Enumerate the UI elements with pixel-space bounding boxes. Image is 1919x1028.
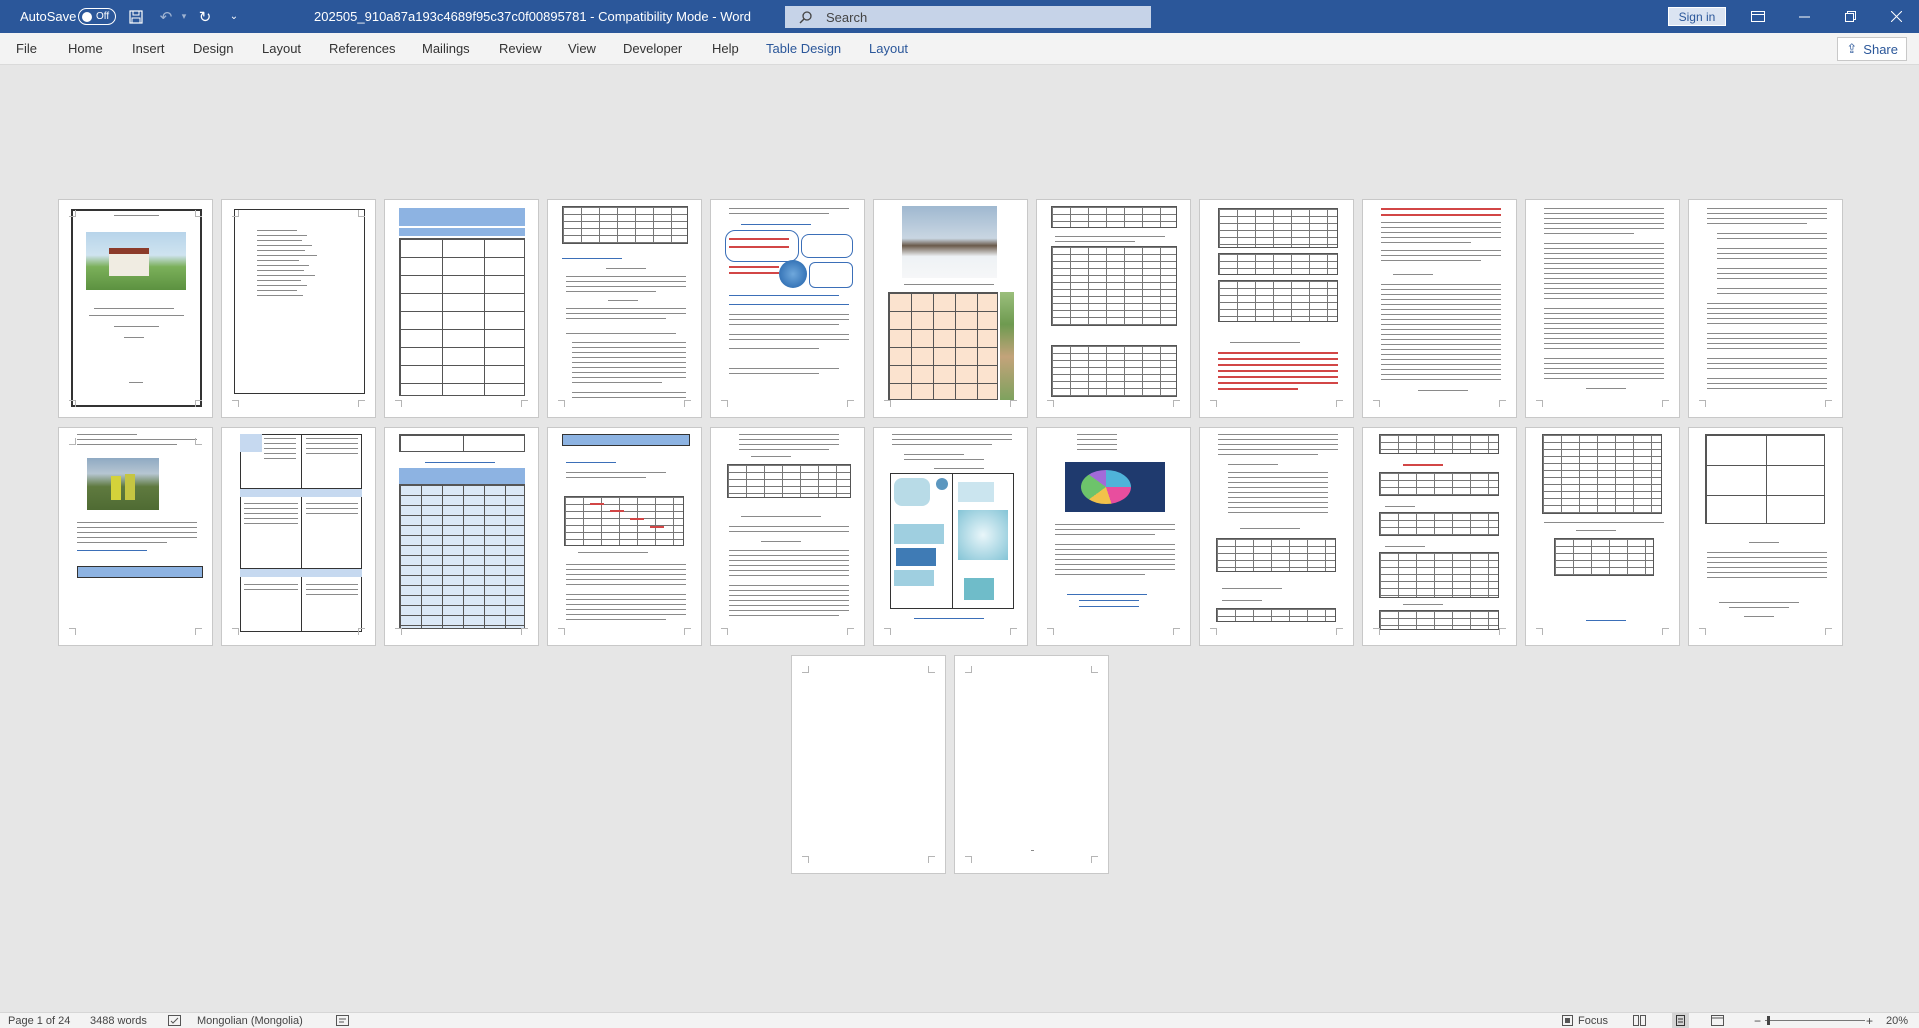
proofing-icon[interactable] [168, 1013, 181, 1028]
page-thumbnail-21[interactable] [1525, 427, 1680, 646]
page-thumbnail-12[interactable] [58, 427, 213, 646]
autosave-state: Off [96, 11, 110, 22]
zoom-level[interactable]: 20% [1886, 1013, 1908, 1028]
customize-icon[interactable]: ⌄ [224, 0, 244, 33]
autosave-label: AutoSave [20, 9, 77, 24]
page-thumbnail-15[interactable] [547, 427, 702, 646]
redo-icon[interactable]: ↻ [195, 0, 215, 33]
read-mode-icon[interactable] [1633, 1013, 1646, 1028]
save-icon[interactable] [126, 0, 146, 33]
document-canvas[interactable] [0, 65, 1919, 1012]
minimize-icon[interactable] [1781, 0, 1827, 33]
tab-mailings[interactable]: Mailings [422, 33, 470, 64]
page-thumbnail-5[interactable] [710, 199, 865, 418]
focus-button[interactable]: Focus [1578, 1013, 1608, 1028]
page-count[interactable]: Page 1 of 24 [8, 1013, 70, 1028]
page-thumbnail-13[interactable] [221, 427, 376, 646]
tab-insert[interactable]: Insert [132, 33, 165, 64]
page-thumbnail-18[interactable] [1036, 427, 1191, 646]
page-thumbnail-20[interactable] [1362, 427, 1517, 646]
close-icon[interactable] [1873, 0, 1919, 33]
title-bar: AutoSave Off ↶ ▾ ↻ ⌄ 202505_910a87a193c4… [0, 0, 1919, 33]
page-thumbnail-14[interactable] [384, 427, 539, 646]
zoom-out-button[interactable]: − [1754, 1013, 1761, 1028]
status-bar: Page 1 of 24 3488 words Mongolian (Mongo… [0, 1012, 1919, 1028]
web-layout-icon[interactable] [1711, 1013, 1724, 1028]
tab-home[interactable]: Home [68, 33, 103, 64]
page-thumbnail-6[interactable] [873, 199, 1028, 418]
print-layout-icon[interactable] [1672, 1013, 1689, 1028]
page-thumbnail-10[interactable] [1525, 199, 1680, 418]
ribbon-display-icon[interactable] [1735, 0, 1781, 33]
macro-icon[interactable] [336, 1013, 349, 1028]
search-placeholder: Search [826, 9, 868, 25]
page-thumbnail-9[interactable] [1362, 199, 1517, 418]
tab-layout[interactable]: Layout [262, 33, 301, 64]
page-thumbnail-11[interactable] [1688, 199, 1843, 418]
tab-references[interactable]: References [329, 33, 395, 64]
document-title: 202505_910a87a193c4689f95c37c0f00895781 … [314, 9, 752, 24]
page-thumbnail-17[interactable] [873, 427, 1028, 646]
share-label: Share [1863, 41, 1898, 57]
undo-dropdown-icon[interactable]: ▾ [174, 0, 194, 33]
page-thumbnail-22[interactable] [1688, 427, 1843, 646]
search-box[interactable]: Search [785, 6, 1151, 28]
word-count[interactable]: 3488 words [90, 1013, 147, 1028]
focus-icon[interactable] [1562, 1013, 1573, 1028]
tab-file[interactable]: File [16, 33, 37, 64]
share-button[interactable]: ⇪ Share [1837, 37, 1907, 61]
page-thumbnail-23[interactable] [791, 655, 946, 874]
page-thumbnail-7[interactable] [1036, 199, 1191, 418]
restore-icon[interactable] [1827, 0, 1873, 33]
tab-table-layout[interactable]: Layout [869, 33, 908, 64]
tab-design[interactable]: Design [193, 33, 233, 64]
language-indicator[interactable]: Mongolian (Mongolia) [197, 1013, 303, 1028]
autosave-toggle[interactable]: Off [78, 8, 116, 25]
tab-help[interactable]: Help [712, 33, 739, 64]
page-thumbnail-8[interactable] [1199, 199, 1354, 418]
search-icon [799, 10, 812, 23]
page-thumbnail-3[interactable] [384, 199, 539, 418]
share-icon: ⇪ [1846, 41, 1858, 56]
tab-developer[interactable]: Developer [623, 33, 682, 64]
page-thumbnail-2[interactable] [221, 199, 376, 418]
tab-view[interactable]: View [568, 33, 596, 64]
zoom-in-button[interactable]: + [1866, 1013, 1873, 1028]
zoom-slider-thumb[interactable] [1767, 1016, 1770, 1025]
page-thumbnail-1[interactable] [58, 199, 213, 418]
toggle-knob [82, 11, 92, 22]
page-thumbnail-16[interactable] [710, 427, 865, 646]
tab-review[interactable]: Review [499, 33, 542, 64]
zoom-slider[interactable] [1765, 1020, 1865, 1021]
page-thumbnail-24[interactable] [954, 655, 1109, 874]
tab-table-design[interactable]: Table Design [766, 33, 841, 64]
undo-icon[interactable]: ↶ [156, 0, 176, 33]
page-thumbnail-4[interactable] [547, 199, 702, 418]
ribbon-tabs: File Home Insert Design Layout Reference… [0, 33, 1919, 65]
sign-in-button[interactable]: Sign in [1668, 7, 1726, 26]
page-thumbnail-19[interactable] [1199, 427, 1354, 646]
